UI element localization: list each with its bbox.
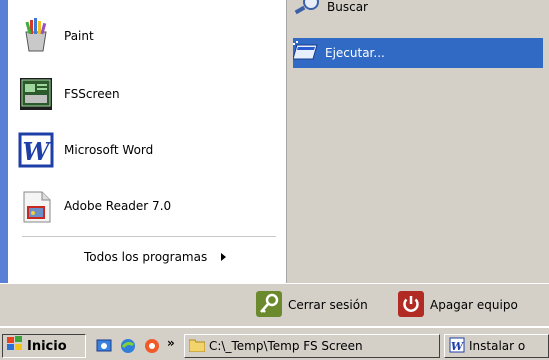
power-icon (398, 290, 424, 320)
media-player-icon[interactable] (144, 338, 160, 354)
program-microsoft-word[interactable]: W Microsoft Word (18, 128, 153, 172)
start-menu-programs-pane: Paint FSScreen W Microsoft Word Adobe Re… (0, 0, 286, 283)
svg-text:W: W (451, 340, 465, 353)
program-paint[interactable]: Paint (18, 14, 94, 58)
start-menu-footer: Cerrar sesión Apagar equipo (0, 283, 549, 326)
shutdown-label: Apagar equipo (430, 298, 518, 312)
taskbar-button-label: C:\_Temp\Temp FS Screen (209, 339, 363, 353)
fsscreen-icon (18, 76, 54, 112)
logoff-label: Cerrar sesión (288, 298, 368, 312)
key-icon (256, 290, 282, 320)
taskbar-button-label: Instalar o (469, 339, 526, 353)
start-button[interactable]: Inicio (2, 334, 86, 358)
all-programs-button[interactable]: Todos los programas (84, 250, 227, 264)
menu-item-buscar[interactable]: Buscar (293, 0, 543, 22)
word-icon: W (18, 132, 54, 168)
chevron-more-icon[interactable]: » (167, 336, 175, 350)
taskbar: Inicio » C:\_Temp\Temp FS Screen W Insta… (0, 326, 549, 360)
svg-text:W: W (23, 137, 52, 166)
shutdown-button[interactable]: Apagar equipo (398, 290, 518, 320)
run-icon (292, 40, 319, 66)
word-doc-icon: W (449, 337, 465, 356)
program-label: Microsoft Word (64, 143, 154, 157)
folder-icon (188, 338, 206, 355)
program-label: Adobe Reader 7.0 (64, 199, 172, 213)
show-desktop-icon[interactable] (96, 338, 112, 354)
menu-item-ejecutar[interactable]: Ejecutar... (292, 38, 543, 68)
arrow-right-icon (221, 253, 227, 261)
logoff-button[interactable]: Cerrar sesión (256, 290, 368, 320)
program-label: FSScreen (64, 87, 120, 101)
windows-logo-icon (6, 336, 24, 356)
browser-icon[interactable] (120, 338, 136, 354)
program-fsscreen[interactable]: FSScreen (18, 72, 120, 116)
paint-icon (18, 18, 54, 54)
all-programs-label: Todos los programas (84, 250, 208, 264)
program-adobe-reader[interactable]: Adobe Reader 7.0 (18, 184, 171, 228)
program-label: Paint (64, 29, 94, 43)
start-menu: Paint FSScreen W Microsoft Word Adobe Re… (0, 0, 549, 326)
start-menu-places-pane: Buscar Ejecutar... (286, 0, 549, 283)
menu-item-label: Buscar (327, 0, 368, 14)
search-icon (293, 0, 321, 21)
menu-item-label: Ejecutar... (325, 46, 385, 60)
taskbar-button-word[interactable]: W Instalar o (444, 334, 549, 358)
separator (22, 236, 276, 237)
taskbar-button-folder[interactable]: C:\_Temp\Temp FS Screen (184, 334, 440, 358)
start-label: Inicio (27, 338, 67, 354)
adobe-reader-icon (18, 188, 54, 224)
